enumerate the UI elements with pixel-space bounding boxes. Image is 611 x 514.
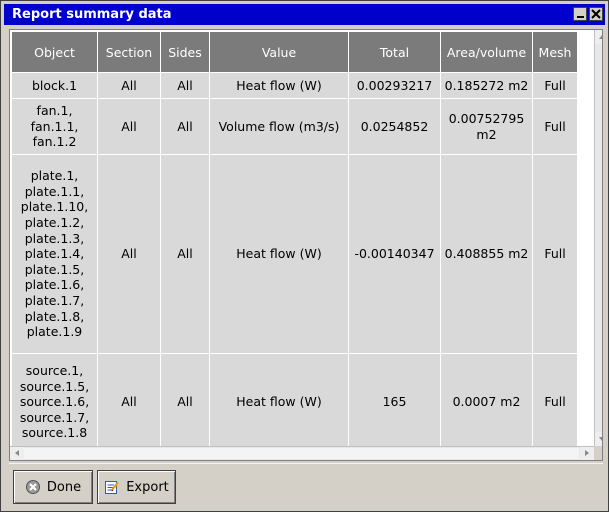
column-header-area-volume[interactable]: Area/volume: [441, 32, 532, 72]
cell-object: source.1, source.1.5, source.1.6, source…: [12, 354, 97, 450]
scrollbar-corner: [594, 446, 602, 460]
cell-mesh: Full: [533, 73, 577, 98]
cell-area: 0.185272 m2: [441, 73, 532, 98]
cell-total: 165: [349, 354, 440, 450]
cell-value: Heat flow (W): [210, 155, 348, 353]
column-header-total[interactable]: Total: [349, 32, 440, 72]
scroll-right-button[interactable]: [580, 447, 594, 460]
report-window: Report summary data Object Section Sides…: [0, 0, 609, 512]
cell-section: All: [98, 354, 160, 450]
cell-total: 0.0254852: [349, 99, 440, 154]
window-title: Report summary data: [12, 7, 172, 22]
table-row[interactable]: fan.1, fan.1.1, fan.1.2 All All Volume f…: [12, 99, 577, 154]
report-table-area: Object Section Sides Value Total Area/vo…: [9, 29, 603, 461]
cell-area: 0.0007 m2: [441, 354, 532, 450]
arrow-up-icon: [599, 35, 602, 39]
cell-mesh: Full: [533, 354, 577, 450]
arrow-right-icon: [585, 450, 589, 456]
cell-section: All: [98, 155, 160, 353]
cell-mesh: Full: [533, 155, 577, 353]
scroll-up-button[interactable]: [595, 30, 602, 44]
cell-value: Volume flow (m3/s): [210, 99, 348, 154]
cell-object: block.1: [12, 73, 97, 98]
cell-total: 0.00293217: [349, 73, 440, 98]
scroll-left-button[interactable]: [10, 447, 24, 460]
horizontal-scrollbar[interactable]: [10, 446, 594, 460]
cell-value: Heat flow (W): [210, 354, 348, 450]
cell-sides: All: [161, 73, 209, 98]
cell-sides: All: [161, 354, 209, 450]
vertical-scrollbar[interactable]: [594, 30, 602, 446]
column-header-sides[interactable]: Sides: [161, 32, 209, 72]
arrow-left-icon: [15, 450, 19, 456]
divider: [9, 463, 603, 464]
done-button-label: Done: [46, 479, 82, 495]
cell-mesh: Full: [533, 99, 577, 154]
done-button[interactable]: Done: [13, 470, 93, 504]
cell-object: plate.1, plate.1.1, plate.1.10, plate.1.…: [12, 155, 97, 353]
cell-value: Heat flow (W): [210, 73, 348, 98]
close-icon[interactable]: [589, 7, 603, 21]
column-header-object[interactable]: Object: [12, 32, 97, 72]
table-row[interactable]: block.1 All All Heat flow (W) 0.00293217…: [12, 73, 577, 98]
cell-sides: All: [161, 155, 209, 353]
scroll-down-button[interactable]: [595, 432, 602, 446]
minimize-icon[interactable]: [573, 7, 587, 21]
title-bar: Report summary data: [4, 4, 605, 25]
arrow-down-icon: [599, 437, 602, 441]
column-header-mesh[interactable]: Mesh: [533, 32, 577, 72]
export-button-label: Export: [126, 479, 169, 495]
cell-object: fan.1, fan.1.1, fan.1.2: [12, 99, 97, 154]
cell-area: 0.408855 m2: [441, 155, 532, 353]
column-header-section[interactable]: Section: [98, 32, 160, 72]
cell-total: -0.00140347: [349, 155, 440, 353]
export-button[interactable]: Export: [97, 470, 176, 504]
export-icon: [104, 479, 120, 495]
column-header-value[interactable]: Value: [210, 32, 348, 72]
table-header-row: Object Section Sides Value Total Area/vo…: [12, 32, 577, 72]
cell-section: All: [98, 73, 160, 98]
horizontal-scroll-thumb[interactable]: [24, 448, 579, 459]
cell-sides: All: [161, 99, 209, 154]
cell-area: 0.00752795 m2: [441, 99, 532, 154]
cell-section: All: [98, 99, 160, 154]
report-table: Object Section Sides Value Total Area/vo…: [11, 31, 578, 451]
done-icon: [25, 479, 41, 495]
table-row[interactable]: source.1, source.1.5, source.1.6, source…: [12, 354, 577, 450]
table-row[interactable]: plate.1, plate.1.1, plate.1.10, plate.1.…: [12, 155, 577, 353]
